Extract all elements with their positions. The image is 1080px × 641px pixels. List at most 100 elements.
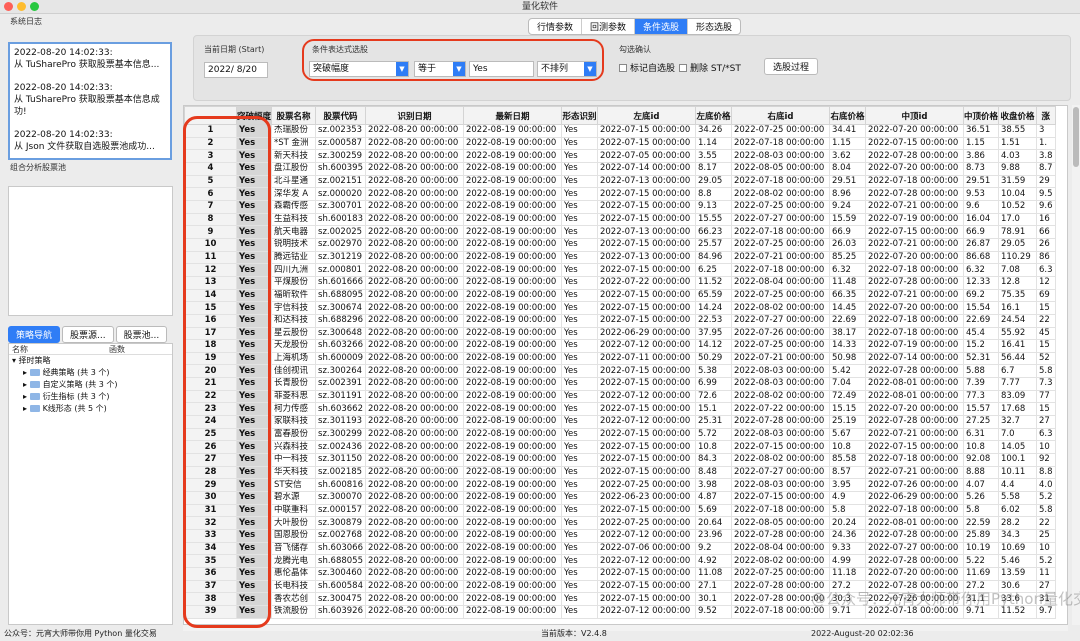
tab-stock-source[interactable]: 股票源... [62, 326, 114, 343]
table-row[interactable]: 13 Yes 平煤股份 sh.601666 2022-08-20 00:00:00 202… [184, 275, 1056, 290]
table-cell: Yes [560, 212, 598, 227]
table-row[interactable]: 36 Yes 惠伦晶体 sz.300460 2022-08-20 00:00:00 202… [184, 566, 1056, 581]
system-log[interactable]: 2022-08-20 14:02:33: 从 TuSharePro 获取股票基本信… [8, 42, 172, 160]
table-row[interactable]: 24 Yes 家联科技 sz.301193 2022-08-20 00:00:00 202… [184, 415, 1056, 429]
tree-item[interactable]: ▸ 衍生指标 (共 3 个) [9, 391, 172, 403]
table-row[interactable]: 7 Yes 森霸传感 sz.300701 2022-08-20 00:00:00 2022… [184, 199, 1056, 214]
table-cell: Yes [560, 187, 598, 201]
table-row[interactable]: 20 Yes 佳创视讯 sz.300264 2022-08-20 00:00:00 202… [184, 364, 1056, 379]
table-row[interactable]: 30 Yes 碧水源 sz.300070 2022-08-20 00:00:00 2022… [184, 491, 1056, 505]
table-cell: 2022-07-12 00:00:00 [596, 529, 696, 543]
tab-pattern-select[interactable]: 形态选股 [688, 19, 740, 34]
select-process-button[interactable]: 选股过程 [764, 58, 819, 75]
table-row[interactable]: 3 Yes 新天科技 sz.300259 2022-08-20 00:00:00 2022… [184, 149, 1056, 163]
tab-condition-select[interactable]: 条件选股 [635, 19, 689, 34]
table-cell: 2022-07-25 00:00:00 [596, 478, 696, 493]
table-cell: 7.77 [998, 377, 1037, 391]
portfolio-pool-list[interactable] [8, 186, 173, 316]
table-row[interactable]: 25 Yes 富春股份 sz.300299 2022-08-20 00:00:00 202… [184, 427, 1056, 442]
tree-item[interactable]: ▸ 经典策略 (共 3 个) [9, 367, 172, 379]
remove-st-checkbox[interactable]: 删除 ST/*ST [679, 63, 741, 75]
table-row[interactable]: 1 Yes 杰瑞股份 sz.002353 2022-08-20 00:00:00 2022… [184, 124, 1056, 138]
table-row[interactable]: 19 Yes 上海机场 sh.600009 2022-08-20 00:00:00 202… [184, 351, 1056, 366]
table-cell: 长电科技 [271, 579, 317, 594]
tree-root[interactable]: ▾ 择时策略 [9, 355, 172, 367]
table-cell: 2022-08-20 00:00:00 [364, 212, 464, 227]
tree-col-func[interactable]: 函数 [109, 344, 125, 354]
date-field[interactable]: 2022/ 8/20 [204, 62, 268, 78]
table-row[interactable]: 16 Yes 和达科技 sh.688296 2022-08-20 00:00:00 202… [184, 313, 1056, 328]
tree-item[interactable]: ▸ 自定义策略 (共 3 个) [9, 379, 172, 391]
table-cell: 2022-08-19 00:00:00 [462, 402, 562, 417]
mark-watchlist-checkbox[interactable]: 标记自选股 [619, 63, 675, 75]
table-row[interactable]: 22 Yes 菲菱科思 sz.301191 2022-08-20 00:00:00 202… [184, 389, 1056, 404]
table-row[interactable]: 12 Yes 四川九洲 sz.000801 2022-08-20 00:00:00 202… [184, 263, 1056, 277]
table-row[interactable]: 23 Yes 柯力传感 sh.603662 2022-08-20 00:00:00 202… [184, 402, 1056, 417]
table-row[interactable]: 9 Yes 航天电器 sz.002025 2022-08-20 00:00:00 2022… [184, 225, 1056, 239]
table-row[interactable]: 18 Yes 天龙股份 sh.603266 2022-08-20 00:00:00 202… [184, 339, 1056, 353]
table-cell: sh.688296 [315, 313, 366, 328]
zoom-window-icon[interactable] [30, 2, 39, 11]
table-cell: 2022-08-20 00:00:00 [364, 250, 464, 265]
column-header[interactable]: 股票名称 [271, 106, 317, 125]
column-header[interactable]: 涨 [1036, 106, 1056, 125]
table-cell: 2022-07-26 00:00:00 [864, 478, 964, 493]
table-cell: 森霸传感 [271, 199, 317, 214]
table-cell: sz.002970 [315, 237, 366, 252]
table-row[interactable]: 6 Yes 深华发 Asz.000020 2022-08-20 00:00:00 202… [184, 187, 1056, 201]
column-header[interactable]: 左底id [596, 106, 696, 125]
column-header[interactable]: 右底价格 [828, 106, 866, 125]
tree-col-name[interactable]: 名称 [9, 344, 109, 354]
table-cell: sh.603926 [315, 604, 366, 619]
table-cell: 11.48 [828, 275, 866, 290]
vertical-scrollbar[interactable] [1072, 105, 1080, 625]
column-header[interactable]: 右底id [730, 106, 830, 125]
column-header[interactable]: 收盘价格 [998, 106, 1037, 125]
table-row[interactable]: 10 Yes 锐明技术 sz.002970 2022-08-20 00:00:00 202… [184, 237, 1056, 252]
table-row[interactable]: 11 Yes 腾远钴业 sz.301219 2022-08-20 00:00:00 202… [184, 250, 1056, 265]
title-bar: 量化软件 [0, 0, 1080, 14]
minimize-window-icon[interactable] [17, 2, 26, 11]
table-row[interactable]: 15 Yes 宇信科技 sz.300674 2022-08-20 00:00:00 202… [184, 301, 1056, 315]
table-cell: 家联科技 [271, 415, 317, 429]
column-header[interactable]: 中顶价格 [962, 106, 1000, 125]
column-header[interactable]: 形态识别 [560, 106, 598, 125]
column-header[interactable]: 股票代码 [315, 106, 366, 125]
table-cell: 2022-08-19 00:00:00 [462, 199, 562, 214]
table-row[interactable]: 5 Yes 北斗星通 sz.002151 2022-08-20 00:00:00 2022… [184, 174, 1056, 189]
tab-backtest-params[interactable]: 回测参数 [582, 19, 636, 34]
table-cell: 长青股份 [271, 377, 317, 391]
close-window-icon[interactable] [4, 2, 13, 11]
table-row[interactable]: 8 Yes 生益科技 sh.600183 2022-08-20 00:00:00 2022… [184, 212, 1056, 227]
table-row[interactable]: 2 Yes *ST 金洲 sz.000587 2022-08-20 00:00:00 20… [184, 136, 1056, 151]
tree-item[interactable]: ▸ K线形态 (共 5 个) [9, 403, 172, 415]
table-row[interactable]: 27 Yes 中一科技 sz.301150 2022-08-20 00:00:00 202… [184, 453, 1056, 467]
table-cell: 2022-07-14 00:00:00 [864, 351, 964, 366]
table-cell: 2022-08-02 00:00:00 [730, 389, 830, 404]
column-header[interactable]: 最新日期 [462, 106, 562, 125]
table-row[interactable]: 17 Yes 星云股份 sz.300648 2022-08-20 00:00:00 202… [184, 326, 1056, 341]
column-header[interactable]: 中顶id [864, 106, 964, 125]
table-row[interactable]: 14 Yes 福昕软件 sh.688095 2022-08-20 00:00:00 202… [184, 288, 1056, 303]
table-row[interactable]: 35 Yes 龙腾光电 sh.688055 2022-08-20 00:00:00 202… [184, 554, 1056, 568]
strategy-tree[interactable]: 名称 函数 ▾ 择时策略 ▸ 经典策略 (共 3 个) ▸ 自定义策略 (共 3… [8, 343, 173, 625]
column-header[interactable]: 左底价格 [694, 106, 732, 125]
table-cell: 72.6 [694, 389, 732, 404]
tab-market-params[interactable]: 行情参数 [529, 19, 583, 34]
table-row[interactable]: 33 Yes 国恩股份 sz.002768 2022-08-20 00:00:00 202… [184, 529, 1056, 543]
table-row[interactable]: 28 Yes 华天科技 sz.002185 2022-08-20 00:00:00 202… [184, 465, 1056, 480]
table-cell: Yes [560, 566, 598, 581]
table-row[interactable]: 32 Yes 大叶股份 sz.300879 2022-08-20 00:00:00 202… [184, 516, 1056, 530]
table-row[interactable]: 29 Yes ST安信 sh.600816 2022-08-20 00:00:00 202… [184, 478, 1056, 493]
tab-strategy-nav[interactable]: 策略导航 [8, 326, 61, 343]
results-table[interactable]: 突破幅度 股票名称 股票代码 识别日期 最新日期 形态识别 左底id 左底价格 右底id 右底价格… [183, 105, 1068, 625]
table-row[interactable]: 34 Yes 音飞储存 sh.603066 2022-08-20 00:00:00 202… [184, 541, 1056, 556]
tab-stock-pool[interactable]: 股票池... [115, 326, 168, 343]
table-row[interactable]: 31 Yes 中联重科 sz.000157 2022-08-20 00:00:00 202… [184, 503, 1056, 518]
table-cell: 55.92 [998, 326, 1037, 341]
table-row[interactable]: 4 Yes 盘江股份 sh.600395 2022-08-20 00:00:00 2022… [184, 161, 1056, 176]
column-header[interactable]: 识别日期 [364, 106, 464, 125]
table-row[interactable]: 26 Yes 兴森科技 sz.002436 2022-08-20 00:00:00 202… [184, 440, 1056, 455]
table-row[interactable]: 21 Yes 长青股份 sz.002391 2022-08-20 00:00:00 202… [184, 377, 1056, 391]
table-cell: 杰瑞股份 [271, 124, 317, 138]
